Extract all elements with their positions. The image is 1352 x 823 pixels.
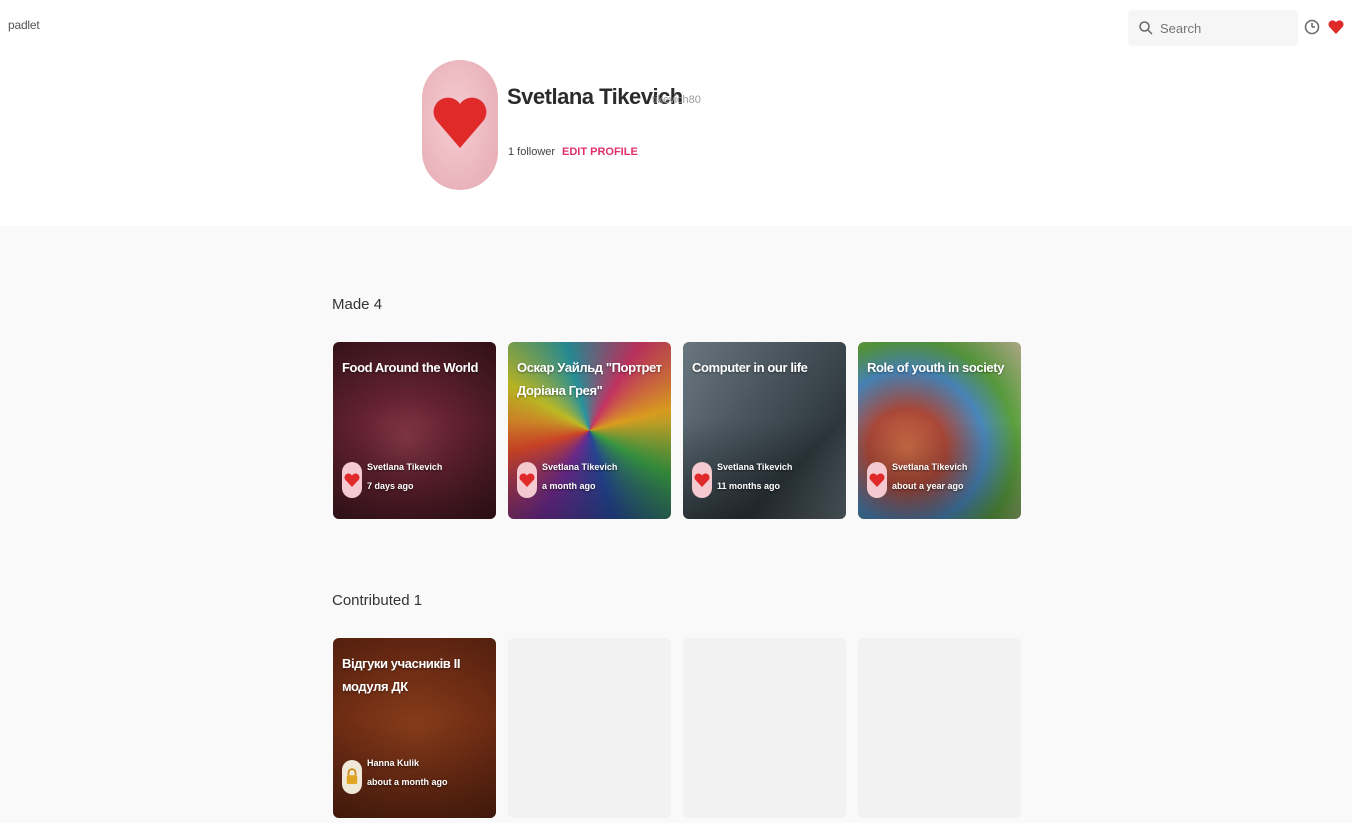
padlock-icon	[346, 768, 358, 784]
padlet-card[interactable]: Role of youth in society Svetlana Tikevi…	[858, 342, 1021, 519]
card-timestamp: 7 days ago	[367, 481, 414, 491]
profile-avatar	[422, 60, 498, 190]
made-section-title: Made 4	[332, 296, 383, 313]
card-title: Role of youth in society	[867, 360, 1005, 375]
owner-avatar	[692, 462, 712, 498]
follower-count[interactable]: 1 follower	[508, 146, 555, 158]
card-title: Відгуки учасників II модуля ДК	[342, 656, 461, 694]
search-icon	[1139, 21, 1153, 35]
padlet-logo[interactable]: padlet	[8, 18, 40, 32]
heart-icon	[694, 473, 710, 487]
card-timestamp: a month ago	[542, 481, 596, 491]
empty-card-placeholder	[683, 638, 846, 818]
card-title: Computer in our life	[692, 360, 808, 375]
edit-profile-link[interactable]: EDIT PROFILE	[562, 146, 638, 158]
heart-icon	[433, 97, 487, 148]
padlet-card[interactable]: Відгуки учасників II модуля ДК Hanna Kul…	[333, 638, 496, 818]
owner-avatar	[342, 462, 362, 498]
user-avatar-heart-icon[interactable]	[1326, 17, 1346, 37]
heart-icon	[344, 473, 360, 487]
padlet-card[interactable]: Food Around the World Svetlana Tikevich …	[333, 342, 496, 519]
card-title: Оскар Уайльд "Портрет Доріана Грея"	[517, 360, 662, 398]
owner-avatar	[867, 462, 887, 498]
card-timestamp: about a month ago	[367, 777, 448, 787]
empty-card-placeholder	[508, 638, 671, 818]
top-bar: padlet	[0, 0, 1352, 56]
empty-card-placeholder	[858, 638, 1021, 818]
search-input[interactable]	[1160, 20, 1280, 36]
owner-name: Svetlana Tikevich	[367, 462, 443, 472]
search-box[interactable]	[1128, 10, 1298, 46]
card-title: Food Around the World	[342, 360, 479, 375]
owner-name: Svetlana Tikevich	[717, 462, 793, 472]
owner-avatar	[517, 462, 537, 498]
heart-icon	[869, 473, 885, 487]
clock-icon[interactable]	[1304, 19, 1320, 35]
profile-handle: tikevich80	[652, 94, 701, 106]
owner-name: Svetlana Tikevich	[892, 462, 968, 472]
card-timestamp: about a year ago	[892, 481, 964, 491]
padlet-card[interactable]: Оскар Уайльд "Портрет Доріана Грея" Svet…	[508, 342, 671, 519]
profile-header: Svetlana Tikevich tikevich80 1 follower …	[0, 56, 1352, 226]
contributed-section-title: Contributed 1	[332, 592, 423, 609]
card-timestamp: 11 months ago	[717, 481, 781, 491]
heart-icon	[519, 473, 535, 487]
owner-avatar	[342, 760, 362, 794]
padlets-content: Made 4 Food Around the World Svetlana Ti…	[0, 226, 1352, 823]
owner-name: Svetlana Tikevich	[542, 462, 618, 472]
owner-name: Hanna Kulik	[367, 758, 420, 768]
padlet-card[interactable]: Computer in our life Svetlana Tikevich 1…	[683, 342, 846, 519]
